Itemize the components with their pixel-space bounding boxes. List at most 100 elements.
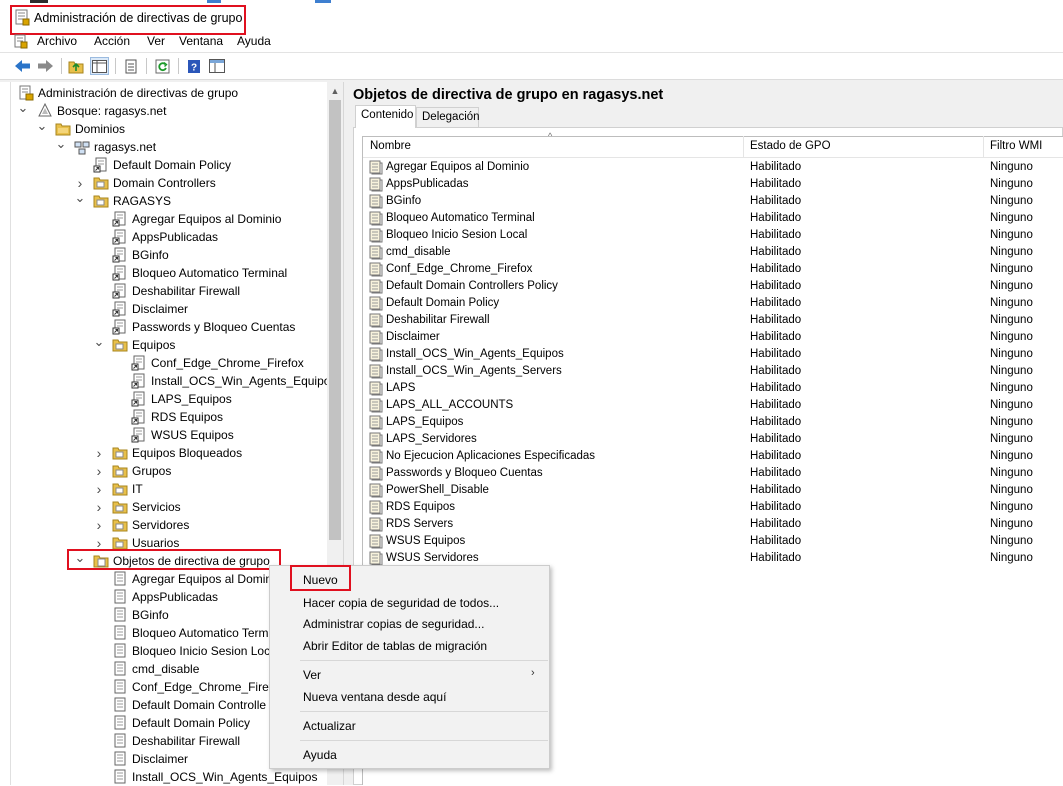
tab-delegacion[interactable]: Delegación [416, 107, 480, 127]
gpo-wmi-filter: Ninguno [990, 433, 1033, 445]
gpo-list-row[interactable]: Install_OCS_Win_Agents_Servers Habilitado… [363, 363, 1063, 380]
tree-scrollbar-thumb[interactable] [329, 100, 341, 540]
context-item-actualizar[interactable]: Actualizar [303, 719, 356, 733]
context-item-backup-all[interactable]: Hacer copia de seguridad de todos... [303, 596, 499, 610]
tree-node[interactable]: BGinfo [0, 246, 327, 264]
tree-node[interactable]: Passwords y Bloqueo Cuentas [0, 318, 327, 336]
gpo-list-row[interactable]: cmd_disable Habilitado Ninguno [363, 244, 1063, 261]
tree-domain[interactable]: ⌄ ragasys.net [0, 138, 327, 156]
gpo-list-row[interactable]: Default Domain Policy Habilitado Ninguno [363, 295, 1063, 312]
chevron-right-icon[interactable]: › [93, 444, 105, 462]
tree-node[interactable]: RDS Equipos [0, 408, 327, 426]
chevron-right-icon[interactable]: › [93, 462, 105, 480]
gpo-link-icon [131, 409, 147, 425]
chevron-right-icon[interactable]: › [93, 498, 105, 516]
menu-ayuda[interactable]: Ayuda [237, 34, 271, 48]
tree-node[interactable]: Default Domain Policy [0, 156, 327, 174]
tree-node[interactable]: Install_OCS_Win_Agents_Equipos [0, 372, 327, 390]
gpo-list-row[interactable]: LAPS_Servidores Habilitado Ninguno [363, 431, 1063, 448]
context-item-new-window[interactable]: Nueva ventana desde aquí [303, 690, 446, 704]
console-icon[interactable] [207, 57, 226, 75]
tree-node[interactable]: AppsPublicadas [0, 228, 327, 246]
gpo-list-row[interactable]: Default Domain Controllers Policy Habilit… [363, 278, 1063, 295]
column-divider[interactable] [983, 136, 984, 157]
chevron-right-icon[interactable]: › [93, 516, 105, 534]
gpo-status: Habilitado [750, 246, 802, 258]
tree-node[interactable]: › Servicios [0, 498, 327, 516]
tree-node[interactable]: › IT [0, 480, 327, 498]
gpo-list-row[interactable]: RDS Servers Habilitado Ninguno [363, 516, 1063, 533]
tree-node[interactable]: › Grupos [0, 462, 327, 480]
column-header-nombre[interactable]: Nombre [370, 140, 411, 152]
tree-node[interactable]: › Equipos Bloqueados [0, 444, 327, 462]
gpo-list-row[interactable]: Bloqueo Automatico Terminal Habilitado Nin… [363, 210, 1063, 227]
gpo-list-row[interactable]: LAPS_Equipos Habilitado Ninguno [363, 414, 1063, 431]
tree-node[interactable]: Agregar Equipos al Dominio [0, 210, 327, 228]
gpo-list-row[interactable]: PowerShell_Disable Habilitado Ninguno [363, 482, 1063, 499]
show-hide-tree-icon[interactable] [90, 57, 109, 75]
refresh-icon[interactable] [153, 57, 172, 75]
tree-node[interactable]: WSUS Equipos [0, 426, 327, 444]
chevron-down-icon[interactable]: ⌄ [93, 336, 105, 354]
gpo-list-row[interactable]: No Ejecucion Aplicaciones Especificadas H… [363, 448, 1063, 465]
tree-node[interactable]: Disclaimer [0, 300, 327, 318]
chevron-down-icon[interactable]: ⌄ [17, 102, 29, 120]
gpo-list-row[interactable]: Agregar Equipos al Dominio Habilitado Ning… [363, 159, 1063, 176]
context-item-ver[interactable]: Ver [303, 668, 321, 682]
gpo-list-row[interactable]: Deshabilitar Firewall Habilitado Ninguno [363, 312, 1063, 329]
tree-forest[interactable]: ⌄ Bosque: ragasys.net [0, 102, 327, 120]
menu-ver[interactable]: Ver [147, 34, 165, 48]
chevron-right-icon[interactable]: › [74, 174, 86, 192]
gpo-list-row[interactable]: Install_OCS_Win_Agents_Equipos Habilitado… [363, 346, 1063, 363]
menu-accion[interactable]: Acción [94, 34, 130, 48]
up-folder-icon[interactable] [67, 57, 86, 75]
gpo-icon [369, 211, 383, 226]
tree-node[interactable]: Conf_Edge_Chrome_Firefox [0, 354, 327, 372]
gpo-list-row[interactable]: AppsPublicadas Habilitado Ninguno [363, 176, 1063, 193]
app-menu-icon[interactable] [14, 34, 28, 49]
chevron-down-icon[interactable]: ⌄ [55, 138, 67, 156]
gpo-list-row[interactable]: Passwords y Bloqueo Cuentas Habilitado Nin… [363, 465, 1063, 482]
gpo-icon [112, 661, 128, 677]
tree-domains[interactable]: ⌄ Dominios [0, 120, 327, 138]
tree-node[interactable]: ⌄ Equipos [0, 336, 327, 354]
column-header-filtro-wmi[interactable]: Filtro WMI [990, 140, 1042, 152]
help-icon[interactable]: ? [184, 57, 203, 75]
tree-node[interactable]: Bloqueo Automatico Terminal [0, 264, 327, 282]
gpo-list-row[interactable]: Conf_Edge_Chrome_Firefox Habilitado Ningun… [363, 261, 1063, 278]
tree-node[interactable]: LAPS_Equipos [0, 390, 327, 408]
tree-node[interactable]: › Servidores [0, 516, 327, 534]
tree-root[interactable]: Administración de directivas de grupo [0, 84, 327, 102]
tree-node-label: Dominios [75, 122, 126, 136]
back-arrow-icon[interactable] [13, 57, 32, 75]
tree-node[interactable]: Install_OCS_Win_Agents_Equipos [0, 768, 327, 786]
context-item-migration-editor[interactable]: Abrir Editor de tablas de migración [303, 639, 487, 653]
chevron-down-icon[interactable]: ⌄ [36, 120, 48, 138]
column-header-estado[interactable]: Estado de GPO [750, 140, 831, 152]
chevron-down-icon[interactable]: ⌄ [74, 192, 86, 210]
scroll-up-arrow-icon[interactable]: ▲ [327, 84, 343, 98]
gpo-icon [369, 415, 383, 430]
tab-contenido[interactable]: Contenido [355, 105, 416, 128]
gpo-list-row[interactable]: Bloqueo Inicio Sesion Local Habilitado Nin… [363, 227, 1063, 244]
context-item-manage-backups[interactable]: Administrar copias de seguridad... [303, 617, 484, 631]
gpo-list-row[interactable]: BGinfo Habilitado Ninguno [363, 193, 1063, 210]
chevron-right-icon[interactable]: › [93, 480, 105, 498]
properties-icon[interactable] [121, 57, 140, 75]
menu-ventana[interactable]: Ventana [179, 34, 223, 48]
tree-node[interactable]: › Domain Controllers [0, 174, 327, 192]
gpo-list-row[interactable]: WSUS Equipos Habilitado Ninguno [363, 533, 1063, 550]
svg-text:?: ? [190, 62, 196, 73]
gpo-list-row[interactable]: Disclaimer Habilitado Ninguno [363, 329, 1063, 346]
ou-folder-icon [112, 445, 128, 461]
tree-node[interactable]: Deshabilitar Firewall [0, 282, 327, 300]
gpo-list-row[interactable]: LAPS_ALL_ACCOUNTS Habilitado Ninguno [363, 397, 1063, 414]
gpo-list-row[interactable]: RDS Equipos Habilitado Ninguno [363, 499, 1063, 516]
gpo-list-row[interactable]: LAPS Habilitado Ninguno [363, 380, 1063, 397]
gpo-icon [112, 679, 128, 695]
context-item-ayuda[interactable]: Ayuda [303, 748, 337, 762]
column-divider[interactable] [743, 136, 744, 157]
tree-node[interactable]: ⌄ RAGASYS [0, 192, 327, 210]
forward-arrow-icon[interactable] [36, 57, 55, 75]
menu-archivo[interactable]: Archivo [37, 34, 77, 48]
